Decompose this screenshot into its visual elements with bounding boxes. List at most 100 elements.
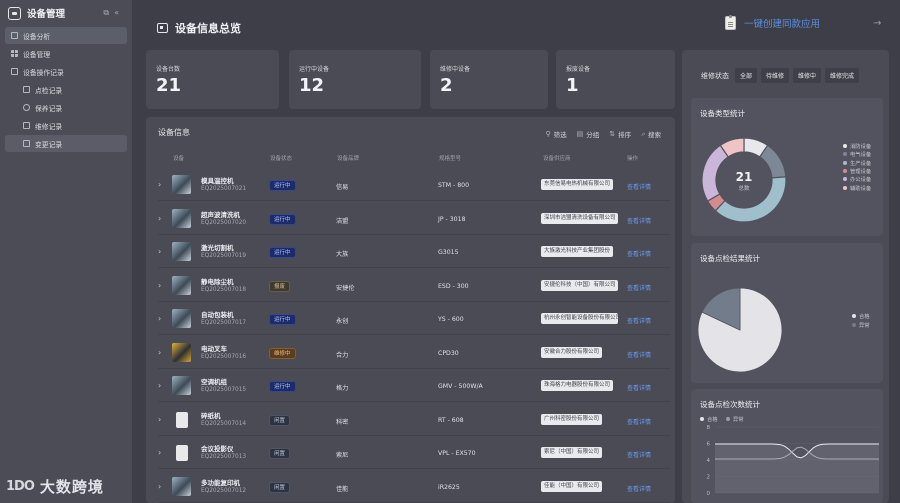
filter-option-pending[interactable]: 待维修 <box>761 68 790 83</box>
folder-icon <box>23 140 30 147</box>
table-row[interactable]: › 超声波清洗机 EQ2025007020 运行中 洁盟 JP - 3018 深圳市洁盟清洗… <box>158 202 670 235</box>
view-details-link[interactable]: 查看详情 <box>627 417 651 426</box>
expand-chevron-icon[interactable]: › <box>158 482 161 491</box>
device-code: EQ2025007016 <box>201 353 247 360</box>
status-badge: 维修中 <box>269 347 296 359</box>
table-title: 设备信息 <box>158 128 190 137</box>
device-thumbnail <box>172 275 191 295</box>
group-button[interactable]: ▤ 分组 <box>577 129 600 139</box>
device-model: VPL - EX570 <box>438 450 476 457</box>
donut-center-label: 总数 <box>738 184 750 192</box>
device-brand: 合力 <box>336 351 349 359</box>
table-header: 设备 设备状态 设备品牌 规格型号 设备供应商 操作 <box>146 154 675 166</box>
view-details-link[interactable]: 查看详情 <box>627 383 651 392</box>
device-code: EQ2025007020 <box>201 219 247 226</box>
view-details-link[interactable]: 查看详情 <box>627 350 651 359</box>
device-model: iR2625 <box>438 483 460 491</box>
expand-chevron-icon[interactable]: › <box>158 415 161 424</box>
sidebar-item-maintenance[interactable]: 保养记录 <box>5 99 127 116</box>
stat-card-scrapped: 报废设备 1 <box>556 50 675 109</box>
legend-item: 生产设备 <box>843 159 871 167</box>
expand-chevron-icon[interactable]: › <box>158 247 161 256</box>
column-header: 设备 <box>173 156 185 162</box>
table-row[interactable]: › 电动叉车 EQ2025007016 维修中 合力 CPD30 安徽合力股份有限公司 查看详… <box>158 336 670 369</box>
table-row[interactable]: › 静电除尘机 EQ2025007018 报废 安捷伦 ESD - 300 安捷伦科技（中国… <box>158 269 670 302</box>
sort-icon: ⇅ <box>609 130 616 138</box>
filter-option-all[interactable]: 全部 <box>735 68 758 83</box>
sidebar-item-repair[interactable]: 维修记录 <box>5 117 127 134</box>
supplier-tag: 索尼（中国）有限公司 <box>541 447 603 458</box>
filter-option-done[interactable]: 维修完成 <box>825 68 860 83</box>
expand-chevron-icon[interactable]: › <box>158 314 161 323</box>
device-model: G3015 <box>438 249 459 256</box>
sidebar-item-management[interactable]: 设备管理 <box>5 45 127 62</box>
y-tick-label: 4 <box>707 458 711 464</box>
app-logo-icon <box>8 6 21 20</box>
view-details-link[interactable]: 查看详情 <box>627 182 651 191</box>
sort-button[interactable]: ⇅ 排序 <box>609 129 631 139</box>
expand-chevron-icon[interactable]: › <box>158 448 161 457</box>
view-details-link[interactable]: 查看详情 <box>627 316 651 325</box>
view-details-link[interactable]: 查看详情 <box>627 450 651 459</box>
collapse-sidebar-icon[interactable]: ⧉« <box>103 8 124 18</box>
device-thumbnail <box>172 342 191 362</box>
device-thumbnail <box>172 242 191 261</box>
inspection-result-chart-card: 设备点检结果统计 合格 异常 <box>691 243 883 383</box>
stat-label: 维修中设备 <box>440 66 471 73</box>
sidebar-item-change[interactable]: 变更记录 <box>5 135 127 152</box>
device-code: EQ2025007014 <box>201 420 247 427</box>
status-badge: 运行中 <box>269 247 296 258</box>
donut-center-value: 21 <box>736 170 753 184</box>
status-badge: 运行中 <box>269 213 296 225</box>
table-row[interactable]: › 空调机组 EQ2025007015 运行中 格力 GMV - 500W/A 珠海格力电器… <box>158 369 670 402</box>
sidebar-item-label: 设备分析 <box>23 32 51 41</box>
device-brand: 洁盟 <box>336 217 349 225</box>
view-details-link[interactable]: 查看详情 <box>627 484 651 493</box>
filter-label: 维修状态 <box>701 71 729 80</box>
expand-chevron-icon[interactable]: › <box>158 348 161 357</box>
device-brand: 索尼 <box>336 452 349 459</box>
sidebar-item-label: 保养记录 <box>35 104 63 113</box>
stat-label: 设备台数 <box>156 66 181 73</box>
sidebar-item-operation-records[interactable]: 设备操作记录 <box>5 63 127 80</box>
stat-card-repairing: 维修中设备 2 <box>430 50 548 109</box>
device-model: CPD30 <box>438 349 459 357</box>
column-header: 设备状态 <box>270 156 293 162</box>
table-row[interactable]: › 激光切割机 EQ2025007019 运行中 大族 G3015 大族激光科技产业集团股份… <box>158 235 670 268</box>
status-badge: 闲置 <box>269 414 291 426</box>
device-name: 模具温控机 <box>201 177 234 185</box>
sidebar-item-inspection[interactable]: 点检记录 <box>5 81 127 98</box>
create-app-link[interactable]: 一键创建同款应用 <box>725 15 820 30</box>
sidebar-item-analysis[interactable]: 设备分析 <box>5 27 127 44</box>
legend-label: 管理设备 <box>850 168 872 175</box>
y-tick-label: 6 <box>707 442 711 448</box>
table-row[interactable]: › 模具温控机 EQ2025007021 运行中 信易 STM - 800 东莞信易电热机械… <box>158 168 670 201</box>
device-code: EQ2025007012 <box>201 487 247 494</box>
device-thumbnail <box>172 376 191 395</box>
expand-chevron-icon[interactable]: › <box>158 180 161 189</box>
legend-item: 管理设备 <box>843 167 871 175</box>
arrow-right-icon[interactable]: → <box>873 18 881 29</box>
device-code: EQ2025007019 <box>201 253 247 259</box>
supplier-tag: 杭州永创智能设备股份有限公司 <box>541 313 618 324</box>
legend-label: 异常 <box>859 323 870 329</box>
search-button[interactable]: ⌕ 搜索 <box>641 129 661 140</box>
view-details-link[interactable]: 查看详情 <box>627 249 651 258</box>
filter-option-in-progress[interactable]: 维修中 <box>793 68 822 83</box>
legend-label: 办公设备 <box>850 177 872 184</box>
status-badge: 报废 <box>269 280 291 292</box>
table-row[interactable]: › 碎纸机 EQ2025007014 闲置 科密 RT - 608 广州科密股份有限公司 查看… <box>158 403 670 436</box>
table-row[interactable]: › 多功能复印机 EQ2025007012 闲置 佳能 iR2625 佳能（中国）有限公司 查… <box>158 470 670 503</box>
view-details-link[interactable]: 查看详情 <box>627 283 651 292</box>
view-details-link[interactable]: 查看详情 <box>627 216 651 225</box>
stat-label: 报废设备 <box>566 66 591 73</box>
table-row[interactable]: › 会议投影仪 EQ2025007013 闲置 索尼 VPL - EX570 索尼（中国）有… <box>158 436 670 469</box>
table-row[interactable]: › 自动包装机 EQ2025007017 运行中 永创 YS - 600 杭州永创智能设备股… <box>158 302 670 335</box>
filter-button[interactable]: ⚲ 筛选 <box>545 129 566 139</box>
supplier-tag: 东莞信易电热机械有限公司 <box>541 179 614 190</box>
device-thumbnail <box>172 208 191 228</box>
expand-chevron-icon[interactable]: › <box>158 214 161 223</box>
expand-chevron-icon[interactable]: › <box>158 381 161 390</box>
expand-chevron-icon[interactable]: › <box>158 281 161 290</box>
status-badge: 运行中 <box>269 180 296 191</box>
